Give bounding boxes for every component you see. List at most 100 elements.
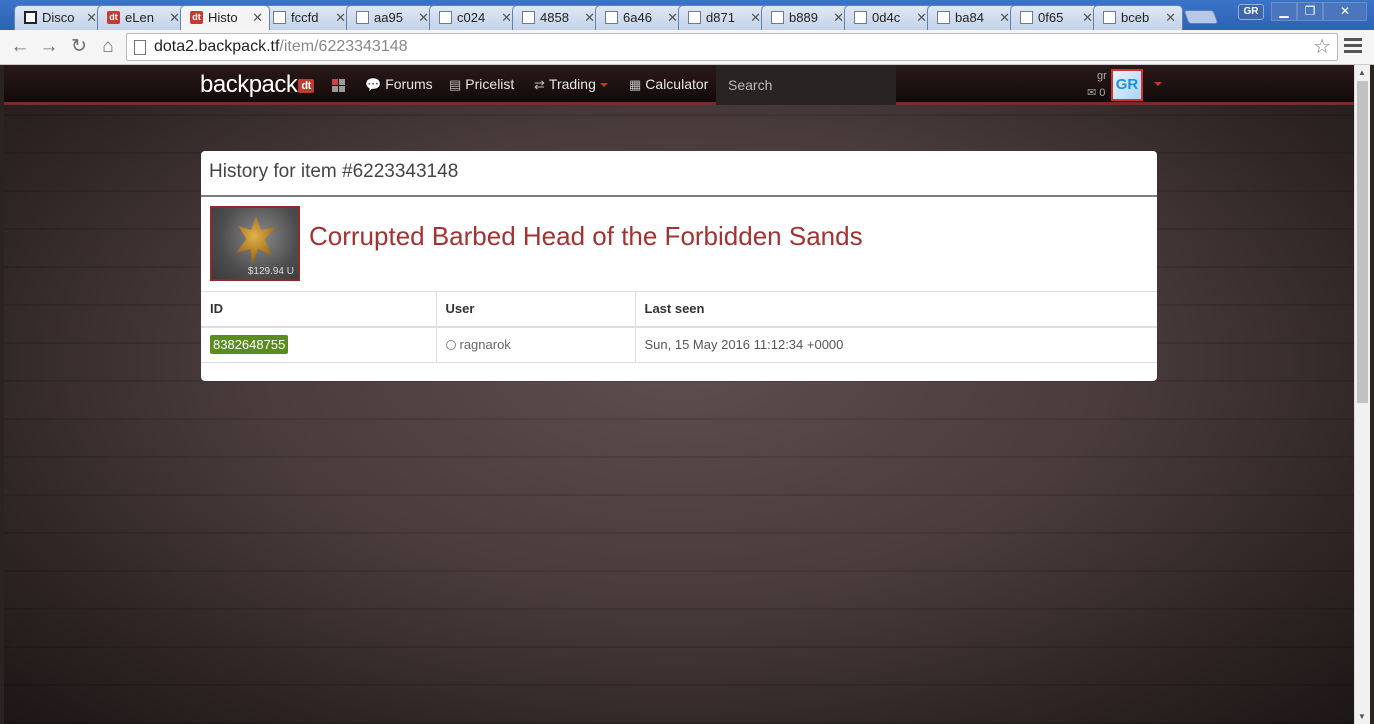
tab-close-icon[interactable]: ✕ xyxy=(501,10,512,26)
browser-tab[interactable]: Disco ✕ xyxy=(14,5,104,30)
col-header-user: User xyxy=(436,291,636,328)
cell-last-seen: Sun, 15 May 2016 11:12:34 +0000 xyxy=(635,326,1157,363)
browser-tab[interactable]: dt eLen ✕ xyxy=(97,5,187,30)
browser-toolbar: ← → ↻ ⌂ dota2.backpack.tf/item/622334314… xyxy=(0,30,1374,65)
scroll-up-icon[interactable]: ▲ xyxy=(1358,68,1366,77)
tab-close-icon[interactable]: ✕ xyxy=(584,10,595,26)
site-navbar: backpack dt 💬 Forums ▤ Pricelist ⇄ Trading ▦… xyxy=(4,65,1354,105)
browser-tabstrip: Disco ✕ dt eLen ✕ dt Histo ✕ fccfd ✕ aa95 ✕ c024 ✕ 485… xyxy=(0,0,1374,30)
mail-count[interactable]: ✉ 0 xyxy=(1087,86,1105,99)
list-icon: ▤ xyxy=(449,77,462,92)
tab-label: fccfd xyxy=(291,10,319,25)
forward-arrow-icon[interactable]: → xyxy=(37,35,61,59)
profile-badge[interactable]: GR xyxy=(1238,4,1264,20)
tab-close-icon[interactable]: ✕ xyxy=(1165,10,1176,26)
browser-tab[interactable]: 0d4c ✕ xyxy=(844,5,934,30)
page-favicon-icon xyxy=(439,11,452,24)
tab-close-icon[interactable]: ✕ xyxy=(667,10,678,26)
dt-favicon-icon: dt xyxy=(107,11,120,24)
nav-trading[interactable]: ⇄ Trading xyxy=(534,76,608,93)
page-favicon-icon xyxy=(1103,11,1116,24)
cell-user[interactable]: ragnarok xyxy=(436,326,636,363)
site-logo[interactable]: backpack dt xyxy=(200,71,314,99)
close-window-button[interactable]: ✕ xyxy=(1323,2,1367,21)
table-row: 8382648755 ragnarok Sun, 15 May 2016 11:… xyxy=(201,326,1157,363)
nav-forums[interactable]: 💬 Forums xyxy=(365,76,433,93)
browser-tab[interactable]: bceb ✕ xyxy=(1093,5,1183,30)
maximize-button[interactable]: ❐ xyxy=(1297,2,1323,21)
browser-tab[interactable]: 4858 ✕ xyxy=(512,5,602,30)
browser-tab[interactable]: aa95 ✕ xyxy=(346,5,436,30)
tab-label: Histo xyxy=(208,10,238,25)
browser-tab[interactable]: c024 ✕ xyxy=(429,5,519,30)
tab-label: d871 xyxy=(706,10,735,25)
user-name: gr xyxy=(1097,70,1107,82)
history-table: ID User Last seen 8382648755 ragnarok Su… xyxy=(201,291,1157,363)
tab-label: aa95 xyxy=(374,10,403,25)
back-arrow-icon[interactable]: ← xyxy=(8,35,32,59)
nav-pricelist[interactable]: ▤ Pricelist xyxy=(449,76,514,93)
tab-close-icon[interactable]: ✕ xyxy=(750,10,761,26)
item-id-badge[interactable]: 8382648755 xyxy=(210,335,289,355)
tab-close-icon[interactable]: ✕ xyxy=(252,10,263,26)
browser-tab[interactable]: b889 ✕ xyxy=(761,5,851,30)
user-menu-chevron-icon[interactable] xyxy=(1154,82,1162,86)
tab-label: 4858 xyxy=(540,10,569,25)
tab-label: b889 xyxy=(789,10,818,25)
tab-close-icon[interactable]: ✕ xyxy=(169,10,180,26)
home-icon[interactable]: ⌂ xyxy=(96,35,120,59)
nav-calculator[interactable]: ▦ Calculator xyxy=(629,76,708,93)
page-favicon-icon xyxy=(771,11,784,24)
browser-menu-icon[interactable] xyxy=(1344,38,1362,56)
item-image[interactable]: $129.94 U xyxy=(210,206,300,281)
address-bar[interactable]: dota2.backpack.tf/item/6223343148 ☆ xyxy=(126,33,1338,61)
scroll-down-icon[interactable]: ▼ xyxy=(1358,712,1366,721)
tab-label: 0f65 xyxy=(1038,10,1064,25)
page-favicon-icon xyxy=(273,11,286,24)
site-search-input[interactable] xyxy=(716,65,896,105)
tab-close-icon[interactable]: ✕ xyxy=(999,10,1010,26)
tab-close-icon[interactable]: ✕ xyxy=(335,10,346,26)
page-viewport: backpack dt 💬 Forums ▤ Pricelist ⇄ Trading ▦… xyxy=(4,65,1354,724)
page-favicon-icon xyxy=(688,11,701,24)
browser-tab[interactable]: fccfd ✕ xyxy=(263,5,353,30)
browser-tab[interactable]: 6a46 ✕ xyxy=(595,5,685,30)
scrollbar-thumb[interactable] xyxy=(1357,81,1368,403)
avatar[interactable]: GR xyxy=(1111,69,1143,101)
browser-tab[interactable]: ba84 ✕ xyxy=(927,5,1017,30)
vertical-scrollbar[interactable]: ▲ ▼ xyxy=(1354,65,1370,724)
reload-icon[interactable]: ↻ xyxy=(67,35,91,59)
exchange-icon: ⇄ xyxy=(534,77,545,92)
chevron-down-icon xyxy=(599,83,608,88)
status-circle-icon xyxy=(445,340,456,351)
tab-close-icon[interactable]: ✕ xyxy=(86,10,97,26)
tab-close-icon[interactable]: ✕ xyxy=(833,10,844,26)
bookmark-star-icon[interactable]: ☆ xyxy=(1313,34,1331,60)
item-price: $129.94 U xyxy=(247,266,294,277)
tab-close-icon[interactable]: ✕ xyxy=(418,10,429,26)
tab-close-icon[interactable]: ✕ xyxy=(1082,10,1093,26)
tab-label: 0d4c xyxy=(872,10,901,25)
comments-icon: 💬 xyxy=(365,77,382,92)
browser-tab[interactable]: d871 ✕ xyxy=(678,5,768,30)
col-header-last-seen: Last seen xyxy=(635,291,1157,328)
tab-label: c024 xyxy=(457,10,486,25)
envelope-icon: ✉ xyxy=(1087,87,1097,99)
browser-tab[interactable]: dt Histo ✕ xyxy=(180,5,270,30)
minimize-button[interactable]: ▁ xyxy=(1271,2,1297,21)
tab-label: Disco xyxy=(42,10,75,25)
dt-favicon-icon: dt xyxy=(190,11,203,24)
page-icon xyxy=(134,40,146,55)
page-favicon-icon xyxy=(605,11,618,24)
cell-id: 8382648755 xyxy=(201,326,437,363)
tab-close-icon[interactable]: ✕ xyxy=(916,10,927,26)
calculator-icon: ▦ xyxy=(629,77,642,92)
tab-label: 6a46 xyxy=(623,10,652,25)
apps-grid-icon[interactable] xyxy=(332,79,345,92)
item-name[interactable]: Corrupted Barbed Head of the Forbidden S… xyxy=(309,221,863,252)
page-favicon-icon xyxy=(356,11,369,24)
page-favicon-icon xyxy=(854,11,867,24)
browser-tab[interactable]: 0f65 ✕ xyxy=(1010,5,1100,30)
helmet-icon xyxy=(236,216,276,266)
new-tab-button[interactable] xyxy=(1183,10,1219,24)
